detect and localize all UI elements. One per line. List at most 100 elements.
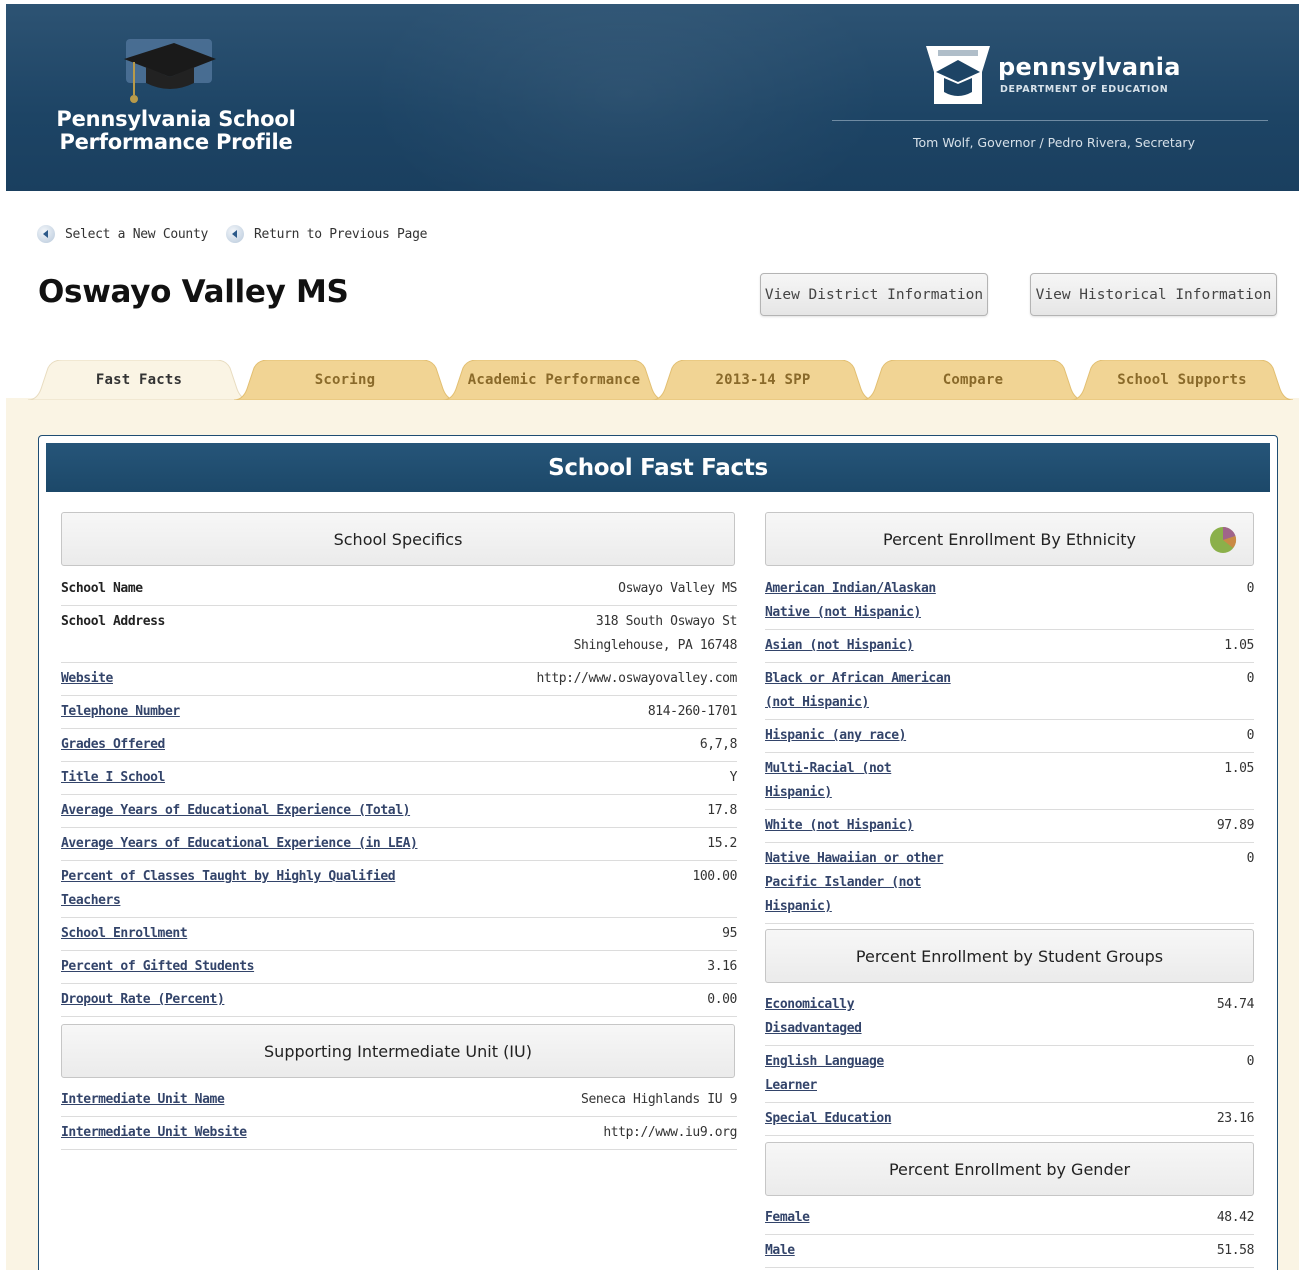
view-district-information-button[interactable]: View District Information xyxy=(760,273,988,316)
row-label[interactable]: Female xyxy=(765,1206,810,1230)
return-previous-page-link[interactable]: Return to Previous Page xyxy=(226,225,427,243)
row-value: 17.8 xyxy=(707,803,737,818)
table-row: English Language Learner 0 xyxy=(765,1046,1254,1103)
row-label[interactable]: Intermediate Unit Website xyxy=(61,1121,247,1145)
row-value: 100.00 xyxy=(692,869,737,884)
row-label[interactable]: Native Hawaiian or other Pacific Islander… xyxy=(765,847,944,919)
tab-compare[interactable]: Compare xyxy=(862,360,1084,400)
table-row: Male 51.58 xyxy=(765,1235,1254,1268)
row-label-line: Percent of Classes Taught by Highly Qual… xyxy=(61,869,396,884)
keystone-logo-icon xyxy=(926,46,990,104)
table-row: Special Education 23.16 xyxy=(765,1103,1254,1136)
tab-2013-14-spp[interactable]: 2013-14 SPP xyxy=(652,360,874,400)
row-value: http://www.iu9.org xyxy=(603,1125,737,1140)
row-label[interactable]: Male xyxy=(765,1239,795,1263)
table-row: School Address 318 South Oswayo St Shingle… xyxy=(61,606,737,663)
fast-facts-panel: School Fast Facts School Specifics Schoo… xyxy=(38,435,1278,1270)
row-label[interactable]: Website xyxy=(61,667,113,691)
row-label-line: Native Hawaiian or other xyxy=(765,851,944,866)
row-label[interactable]: Asian (not Hispanic) xyxy=(765,634,914,658)
select-new-county-link[interactable]: Select a New County xyxy=(37,225,208,243)
table-row: Economically Disadvantaged 54.74 xyxy=(765,989,1254,1046)
table-row: White (not Hispanic) 97.89 xyxy=(765,810,1254,843)
row-value: 54.74 xyxy=(1216,997,1255,1012)
table-row: School Enrollment 95 xyxy=(61,918,737,951)
row-label-line: Learner xyxy=(765,1078,817,1093)
row-label[interactable]: Average Years of Educational Experience … xyxy=(61,799,410,823)
student-groups-heading: Percent Enrollment by Student Groups xyxy=(765,929,1254,983)
row-label[interactable]: Title I School xyxy=(61,766,165,790)
site-header: Pennsylvania School Performance Profile … xyxy=(6,4,1299,191)
table-row: Hispanic (any race) 0 xyxy=(765,720,1254,753)
row-label[interactable]: Percent of Classes Taught by Highly Qual… xyxy=(61,865,396,913)
iu-table: Intermediate Unit Name Seneca Highlands I… xyxy=(61,1084,737,1150)
row-value: 15.2 xyxy=(707,836,737,851)
student-groups-table: Economically Disadvantaged 54.74 English La… xyxy=(765,989,1254,1136)
row-label[interactable]: Average Years of Educational Experience … xyxy=(61,832,418,856)
ethnicity-heading-text: Percent Enrollment By Ethnicity xyxy=(883,529,1136,549)
row-label[interactable]: Dropout Rate (Percent) xyxy=(61,988,225,1012)
row-label[interactable]: School Enrollment xyxy=(61,922,188,946)
row-value: http://www.oswayovalley.com xyxy=(536,671,737,686)
tab-scoring[interactable]: Scoring xyxy=(234,360,456,400)
tab-school-supports[interactable]: School Supports xyxy=(1071,360,1293,400)
tab-label: 2013-14 SPP xyxy=(715,372,811,388)
row-label[interactable]: Black or African American (not Hispanic) xyxy=(765,667,951,715)
agency-department: DEPARTMENT OF EDUCATION xyxy=(1000,84,1169,95)
row-value: 48.42 xyxy=(1216,1210,1255,1225)
page-title: Oswayo Valley MS xyxy=(38,274,349,310)
row-label[interactable]: White (not Hispanic) xyxy=(765,814,914,838)
site-title[interactable]: Pennsylvania School Performance Profile xyxy=(46,108,306,154)
row-label: School Name xyxy=(61,581,143,596)
table-row: Average Years of Educational Experience … xyxy=(61,828,737,861)
row-label-line: Asian (not Hispanic) xyxy=(765,638,914,653)
back-links: Select a New County Return to Previous P… xyxy=(37,224,445,244)
row-label: School Address xyxy=(61,614,165,629)
school-specifics-heading: School Specifics xyxy=(61,512,735,566)
ethnicity-heading: Percent Enrollment By Ethnicity xyxy=(765,512,1254,566)
row-label[interactable]: Grades Offered xyxy=(61,733,165,757)
row-label[interactable]: English Language Learner xyxy=(765,1050,884,1098)
tab-academic-performance[interactable]: Academic Performance xyxy=(443,360,665,400)
view-historical-information-button[interactable]: View Historical Information xyxy=(1030,273,1277,316)
gender-heading: Percent Enrollment by Gender xyxy=(765,1142,1254,1196)
row-value-line: 318 South Oswayo St xyxy=(595,614,738,629)
tab-fast-facts[interactable]: Fast Facts xyxy=(28,360,250,400)
row-label[interactable]: Multi-Racial (not Hispanic) xyxy=(765,757,892,805)
tab-label: Academic Performance xyxy=(467,372,641,388)
site-title-line1: Pennsylvania School xyxy=(56,107,296,131)
row-label-line: Hispanic) xyxy=(765,899,832,914)
table-row: Native Hawaiian or other Pacific Islander… xyxy=(765,843,1254,924)
row-value: 318 South Oswayo St Shinglehouse, PA 1674… xyxy=(573,610,738,658)
site-title-line2: Performance Profile xyxy=(59,130,293,154)
row-label[interactable]: Intermediate Unit Name xyxy=(61,1088,225,1112)
school-specifics-heading-text: School Specifics xyxy=(333,529,463,549)
row-label-line: American Indian/Alaskan xyxy=(765,581,936,596)
iu-heading-text: Supporting Intermediate Unit (IU) xyxy=(264,1041,532,1061)
row-label-line: Disadvantaged xyxy=(765,1021,862,1036)
row-label[interactable]: Hispanic (any race) xyxy=(765,724,907,748)
header-divider xyxy=(832,120,1268,121)
ethnicity-table: American Indian/Alaskan Native (not Hispa… xyxy=(765,573,1254,924)
tab-label: Fast Facts xyxy=(95,372,183,388)
row-label[interactable]: American Indian/Alaskan Native (not Hispa… xyxy=(765,577,936,625)
table-row: Percent of Classes Taught by Highly Qual… xyxy=(61,861,737,918)
row-label[interactable]: Telephone Number xyxy=(61,700,180,724)
table-row: Asian (not Hispanic) 1.05 xyxy=(765,630,1254,663)
row-label-line: Economically xyxy=(765,997,855,1012)
return-previous-page-label: Return to Previous Page xyxy=(254,226,428,242)
row-label[interactable]: Special Education xyxy=(765,1107,892,1131)
iu-heading: Supporting Intermediate Unit (IU) xyxy=(61,1024,735,1078)
table-row: Intermediate Unit Name Seneca Highlands I… xyxy=(61,1084,737,1117)
row-value-line: Shinglehouse, PA 16748 xyxy=(573,638,738,653)
row-value: 814-260-1701 xyxy=(647,704,738,719)
row-value: 3.16 xyxy=(707,959,737,974)
row-label-line: English Language xyxy=(765,1054,884,1069)
row-label[interactable]: Economically Disadvantaged xyxy=(765,993,862,1041)
tab-label: Compare xyxy=(942,372,1004,388)
student-groups-heading-text: Percent Enrollment by Student Groups xyxy=(855,946,1164,966)
pie-chart-icon[interactable] xyxy=(1209,526,1237,554)
row-label[interactable]: Percent of Gifted Students xyxy=(61,955,254,979)
table-row: Grades Offered 6,7,8 xyxy=(61,729,737,762)
row-label-line: Native (not Hispanic) xyxy=(765,605,921,620)
